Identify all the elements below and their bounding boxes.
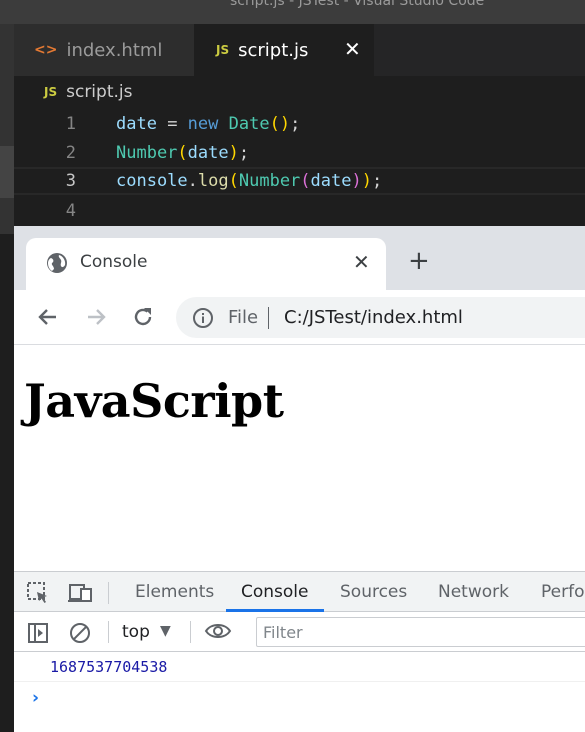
console-prompt[interactable]: › — [32, 688, 39, 708]
info-icon[interactable] — [192, 307, 214, 333]
html-file-icon: <> — [34, 42, 58, 58]
address-bar[interactable]: File C:/JSTest/index.html — [176, 297, 585, 338]
code-text: date = new Date(); — [116, 114, 301, 134]
divider — [108, 621, 109, 643]
window-title: script.js - JSTest - Visual Studio Code — [230, 0, 485, 9]
breadcrumb-file[interactable]: script.js — [66, 82, 132, 102]
divider — [108, 582, 109, 604]
url-text[interactable]: C:/JSTest/index.html — [284, 307, 463, 328]
js-file-icon: JS — [44, 85, 58, 99]
line-number: 1 — [65, 114, 76, 134]
editor-tab-bar: <> index.html JS script.js ✕ — [14, 24, 585, 76]
code-text: Number(date); — [116, 143, 250, 163]
reload-icon[interactable] — [129, 303, 157, 331]
close-icon[interactable]: ✕ — [344, 37, 361, 61]
new-tab-button[interactable]: + — [408, 246, 430, 276]
line-number: 2 — [65, 143, 76, 163]
console-log-row: 1687537704538 — [14, 652, 585, 682]
eye-icon[interactable] — [204, 619, 232, 647]
code-line[interactable]: 2 Number(date); — [14, 139, 585, 167]
sidebar-toggle-icon[interactable] — [26, 621, 50, 649]
browser-tab-title: Console — [80, 252, 148, 272]
log-output: 1687537704538 — [50, 658, 168, 676]
code-line[interactable]: 1 date = new Date(); — [14, 110, 585, 138]
vscode-titlebar: script.js - JSTest - Visual Studio Code — [0, 0, 585, 24]
line-number: 4 — [65, 201, 76, 221]
context-selector[interactable]: top — [122, 622, 150, 642]
activity-bar — [0, 24, 14, 234]
forward-arrow-icon[interactable] — [82, 303, 110, 331]
browser-tab-strip: Console ✕ + — [14, 226, 585, 290]
tab-label: index.html — [66, 39, 163, 61]
line-number: 3 — [65, 171, 76, 191]
tab-performance[interactable]: Perfor — [541, 582, 585, 602]
devtools-panel: Elements Console Sources Network Perfor … — [14, 571, 585, 732]
tab-script-js[interactable]: JS script.js ✕ — [194, 24, 374, 76]
tab-console[interactable]: Console — [241, 582, 309, 602]
divider — [268, 307, 269, 329]
dropdown-arrow-icon[interactable]: ▼ — [160, 623, 171, 639]
js-file-icon: JS — [216, 43, 230, 57]
globe-icon — [46, 252, 68, 278]
breadcrumb[interactable]: JS script.js — [14, 76, 585, 108]
tab-sources[interactable]: Sources — [340, 582, 407, 602]
device-toolbar-icon[interactable] — [68, 581, 94, 609]
divider — [190, 621, 191, 643]
code-text: console.log(Number(date)); — [116, 171, 383, 191]
tab-elements[interactable]: Elements — [135, 582, 214, 602]
tab-label: script.js — [238, 39, 309, 61]
inspect-element-icon[interactable] — [26, 581, 50, 609]
browser-toolbar: File C:/JSTest/index.html — [14, 290, 585, 345]
browser-window: Console ✕ + File C:/JSTest/index.html Ja… — [14, 226, 585, 732]
tab-index-html[interactable]: <> index.html — [14, 24, 194, 76]
code-editor[interactable]: 1 date = new Date(); 2 Number(date); 3 c… — [14, 108, 585, 234]
activity-bar-item[interactable] — [0, 146, 14, 198]
filter-input[interactable]: Filter — [256, 617, 585, 647]
back-arrow-icon[interactable] — [34, 303, 62, 331]
filter-placeholder: Filter — [263, 623, 303, 642]
close-icon[interactable]: ✕ — [353, 250, 370, 274]
page-heading: JavaScript — [24, 374, 284, 428]
console-toolbar: top ▼ Filter — [14, 612, 585, 652]
code-line-active[interactable]: 3 console.log(Number(date)); — [14, 167, 585, 195]
clear-console-icon[interactable] — [68, 621, 92, 649]
browser-tab[interactable]: Console ✕ — [26, 238, 386, 290]
tab-network[interactable]: Network — [438, 582, 509, 602]
code-line[interactable]: 4 — [14, 197, 585, 225]
devtools-tab-bar: Elements Console Sources Network Perfor — [14, 572, 585, 612]
scheme-label: File — [228, 307, 259, 328]
